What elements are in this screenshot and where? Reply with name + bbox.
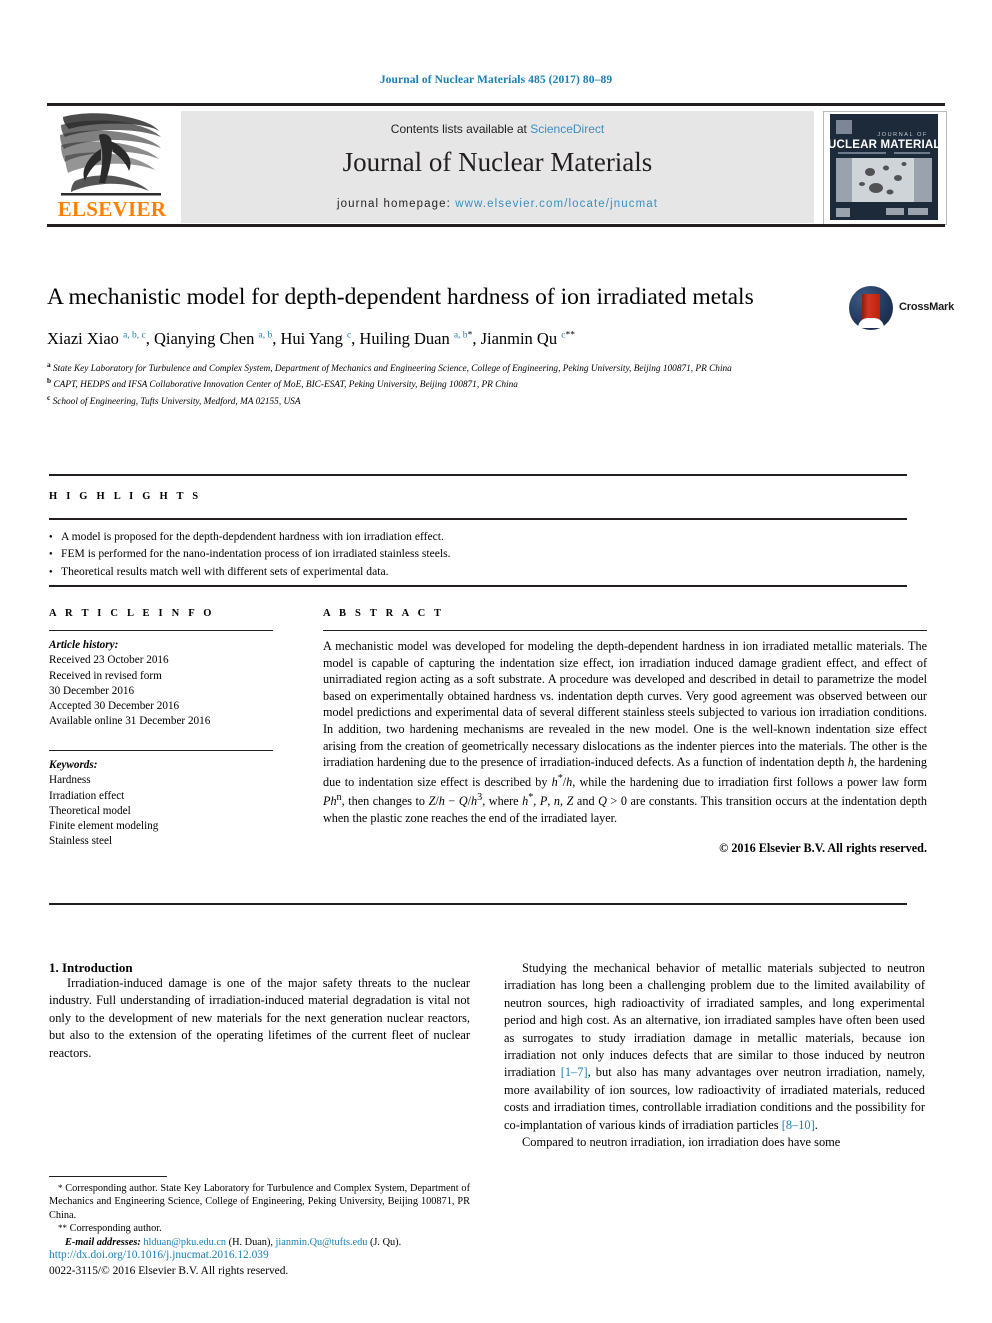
affiliation-mark-c: c xyxy=(47,392,51,402)
sciencedirect-link[interactable]: ScienceDirect xyxy=(530,122,604,136)
body-column-right: Studying the mechanical behavior of meta… xyxy=(504,960,925,1151)
email-person-qu: (J. Qu). xyxy=(369,1236,402,1248)
keyword-item: Finite element modeling xyxy=(49,820,159,833)
highlight-item: A model is proposed for the depth-depden… xyxy=(49,528,909,547)
title-block: A mechanistic model for depth-dependent … xyxy=(47,282,954,408)
issn-copyright-line: 0022-3115/© 2016 Elsevier B.V. All right… xyxy=(49,1264,289,1277)
abstract-rule xyxy=(323,630,927,631)
highlights-list: A model is proposed for the depth-depden… xyxy=(49,528,909,582)
elsevier-logo: ELSEVIER xyxy=(49,111,175,223)
article-info-block: Article history: Received 23 October 201… xyxy=(49,638,279,730)
highlight-item: Theoretical results match well with diff… xyxy=(49,563,909,582)
paper-page: Journal of Nuclear Materials 485 (2017) … xyxy=(0,0,992,1323)
email-link-qu[interactable]: jianmin.Qu@tufts.edu xyxy=(276,1237,368,1248)
affiliation-text-b: CAPT, HEDPS and IFSA Collaborative Innov… xyxy=(53,380,518,391)
abstract-text: A mechanistic model was developed for mo… xyxy=(323,639,928,826)
highlights-divider-rule xyxy=(49,518,907,520)
article-history-label: Article history: xyxy=(49,639,119,651)
elsevier-tree-icon xyxy=(55,111,167,197)
homepage-url-link[interactable]: www.elsevier.com/locate/jnucmat xyxy=(455,198,658,210)
paper-title: A mechanistic model for depth-dependent … xyxy=(47,284,754,310)
affiliation-c: c School of Engineering, Tufts Universit… xyxy=(47,392,847,408)
body-column-left: Irradiation-induced damage is one of the… xyxy=(49,975,470,1062)
intro-paragraph-left: Irradiation-induced damage is one of the… xyxy=(49,976,470,1060)
section-heading-introduction: 1. Introduction xyxy=(49,960,133,975)
masthead-top-rule xyxy=(47,103,945,106)
highlights-top-rule xyxy=(49,474,907,476)
affiliation-a: a State Key Laboratory for Turbulence an… xyxy=(47,359,847,375)
journal-title: Journal of Nuclear Materials xyxy=(342,147,653,177)
highlights-label: H I G H L I G H T S xyxy=(49,491,202,502)
keywords-label: Keywords: xyxy=(49,759,98,771)
crossmark-badge[interactable]: CrossMark xyxy=(849,286,954,338)
footnote-corresponding-1: * Corresponding author. State Key Labora… xyxy=(49,1183,470,1221)
journal-masthead: ELSEVIER Contents lists available at Sci… xyxy=(47,103,947,227)
highlight-item: FEM is performed for the nano-indentatio… xyxy=(49,545,909,564)
keyword-item: Irradiation effect xyxy=(49,789,125,802)
article-history-item: Received 23 October 2016 xyxy=(49,654,169,667)
footnote-rule xyxy=(49,1176,167,1177)
affiliation-list: a State Key Laboratory for Turbulence an… xyxy=(47,359,847,408)
email-link-duan[interactable]: hlduan@pku.edu.cn xyxy=(143,1237,226,1248)
crossmark-circle-icon xyxy=(849,286,893,330)
email-person-duan: (H. Duan) xyxy=(228,1236,271,1248)
keywords-block: Keywords: Hardness Irradiation effect Th… xyxy=(49,758,279,850)
abstract-block: A mechanistic model was developed for mo… xyxy=(323,638,927,856)
affiliation-mark-b: b xyxy=(47,376,52,386)
contents-prefix: Contents lists available at xyxy=(390,122,531,136)
article-history-item: Accepted 30 December 2016 xyxy=(49,700,180,713)
affiliation-b: b CAPT, HEDPS and IFSA Collaborative Inn… xyxy=(47,375,847,391)
crossmark-arch-shape xyxy=(858,318,884,328)
affiliation-mark-a: a xyxy=(47,360,51,369)
article-history-item: Available online 31 December 2016 xyxy=(49,715,211,728)
email-addresses-label: E-mail addresses: xyxy=(65,1236,141,1248)
intro-paragraph-right-2: Compared to neutron irradiation, ion irr… xyxy=(522,1135,841,1150)
author-list: Xiazi Xiao a, b, c, Qianying Chen a, b, … xyxy=(47,329,575,348)
elsevier-wordmark: ELSEVIER xyxy=(57,197,167,221)
highlights-bottom-rule xyxy=(49,585,907,587)
article-history-item: Received in revised form xyxy=(49,669,162,682)
keywords-rule xyxy=(49,750,273,751)
article-info-label: A R T I C L E I N F O xyxy=(49,608,215,619)
intro-paragraph-right-1: Studying the mechanical behavior of meta… xyxy=(504,961,925,1132)
abstract-copyright: © 2016 Elsevier B.V. All rights reserved… xyxy=(719,840,927,855)
journal-homepage-line: journal homepage: www.elsevier.com/locat… xyxy=(181,198,814,210)
crossmark-label: CrossMark xyxy=(899,301,955,313)
doi-block: http://dx.doi.org/10.1016/j.jnucmat.2016… xyxy=(49,1248,509,1279)
footnote-block: * Corresponding author. State Key Labora… xyxy=(49,1182,470,1249)
abstract-bottom-rule xyxy=(49,903,907,905)
article-history-item: 30 December 2016 xyxy=(49,684,135,697)
svg-text:JOURNAL OF: JOURNAL OF xyxy=(877,132,928,138)
keyword-item: Theoretical model xyxy=(49,804,131,817)
journal-cover-thumbnail: JOURNAL OF NUCLEAR MATERIALS xyxy=(823,111,947,225)
abstract-label: A B S T R A C T xyxy=(323,608,445,619)
running-head: Journal of Nuclear Materials 485 (2017) … xyxy=(379,74,613,86)
keyword-item: Hardness xyxy=(49,774,91,787)
footnote-corresponding-2: ** Corresponding author. xyxy=(58,1223,162,1235)
affiliation-text-c: School of Engineering, Tufts University,… xyxy=(52,396,301,407)
affiliation-text-a: State Key Laboratory for Turbulence and … xyxy=(53,364,732,375)
journal-banner: Contents lists available at ScienceDirec… xyxy=(181,111,814,223)
contents-available-line: Contents lists available at ScienceDirec… xyxy=(181,122,814,136)
article-info-rule xyxy=(49,630,273,631)
svg-text:NUCLEAR MATERIALS: NUCLEAR MATERIALS xyxy=(824,139,944,151)
crossmark-bookmark-icon xyxy=(862,294,880,327)
homepage-prefix: journal homepage: xyxy=(336,198,456,210)
masthead-bottom-rule xyxy=(47,224,945,227)
keyword-item: Stainless steel xyxy=(49,835,113,848)
doi-link[interactable]: http://dx.doi.org/10.1016/j.jnucmat.2016… xyxy=(49,1248,509,1264)
